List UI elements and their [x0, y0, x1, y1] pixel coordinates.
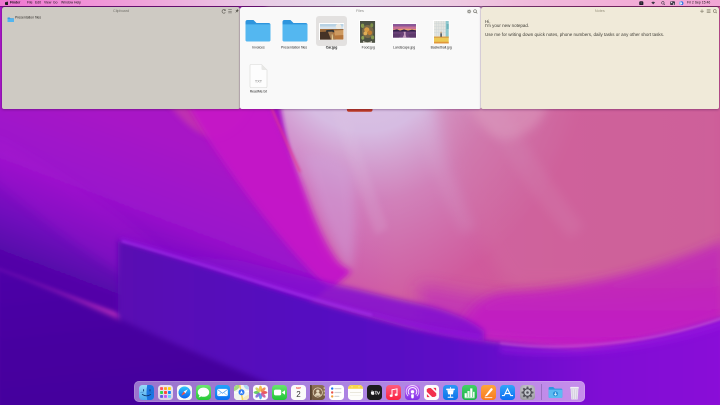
svg-text:tv: tv	[375, 391, 381, 397]
svg-text:2: 2	[296, 390, 301, 399]
svg-text:TXT: TXT	[254, 80, 262, 84]
